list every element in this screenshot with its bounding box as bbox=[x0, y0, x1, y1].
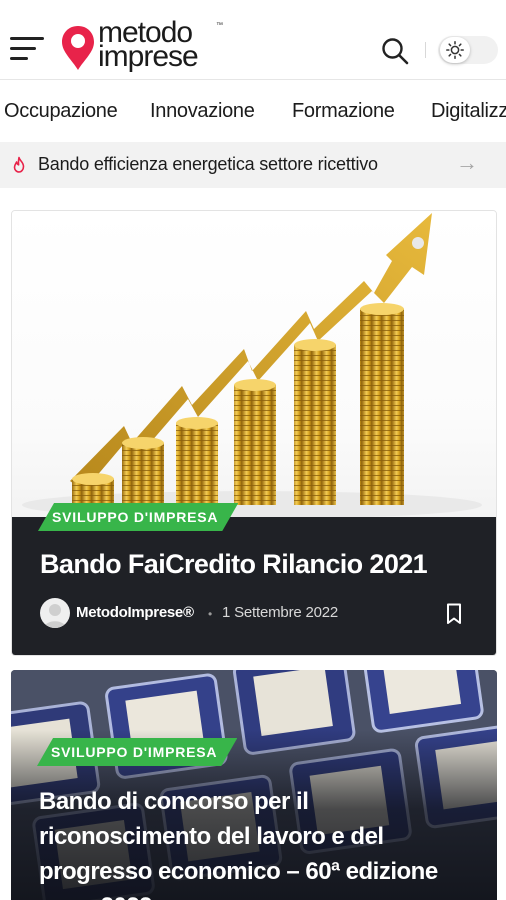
category-formazione[interactable]: Formazione bbox=[292, 100, 395, 123]
category-badge[interactable]: SVILUPPO D'IMPRESA bbox=[38, 503, 239, 531]
category-digitalizzazione[interactable]: Digitalizz bbox=[431, 100, 506, 123]
author-name[interactable]: MetodoImprese® bbox=[76, 604, 194, 621]
category-occupazione[interactable]: Occupazione bbox=[4, 100, 118, 123]
site-header: metodo imprese ™ bbox=[0, 0, 506, 80]
article-footer bbox=[12, 517, 496, 655]
hamburger-menu-icon[interactable] bbox=[10, 34, 46, 62]
flame-icon bbox=[13, 156, 25, 173]
article-card[interactable]: SVILUPPO D'IMPRESA Bando di concorso per… bbox=[11, 670, 497, 900]
article-card[interactable]: SVILUPPO D'IMPRESA Bando FaiCredito Rila… bbox=[11, 210, 497, 656]
category-badge[interactable]: SVILUPPO D'IMPRESA bbox=[37, 738, 238, 766]
bookmark-icon[interactable] bbox=[444, 602, 464, 626]
article-image-coins bbox=[12, 211, 496, 519]
trending-bar: Bando efficienza energetica settore rice… bbox=[0, 142, 506, 188]
site-logo[interactable]: metodo imprese ™ bbox=[60, 18, 230, 78]
meta-separator: • bbox=[208, 607, 213, 621]
article-title[interactable]: Bando di concorso per il riconoscimento … bbox=[39, 784, 479, 900]
search-icon[interactable] bbox=[380, 36, 410, 66]
trending-next-arrow-icon[interactable]: → bbox=[456, 150, 478, 176]
logo-trademark: ™ bbox=[216, 22, 223, 29]
category-nav: Occupazione Innovazione Formazione Digit… bbox=[0, 80, 506, 142]
post-date: 1 Settembre 2022 bbox=[222, 604, 339, 621]
sun-icon bbox=[440, 37, 470, 63]
header-divider bbox=[425, 42, 426, 58]
logo-pin-icon bbox=[62, 26, 94, 70]
logo-word-imprese: imprese bbox=[98, 40, 199, 73]
dark-mode-toggle[interactable] bbox=[438, 36, 498, 64]
author-avatar[interactable] bbox=[40, 598, 70, 628]
category-innovazione[interactable]: Innovazione bbox=[150, 100, 255, 123]
article-title[interactable]: Bando FaiCredito Rilancio 2021 bbox=[40, 549, 428, 580]
trending-headline-link[interactable]: Bando efficienza energetica settore rice… bbox=[38, 154, 378, 175]
